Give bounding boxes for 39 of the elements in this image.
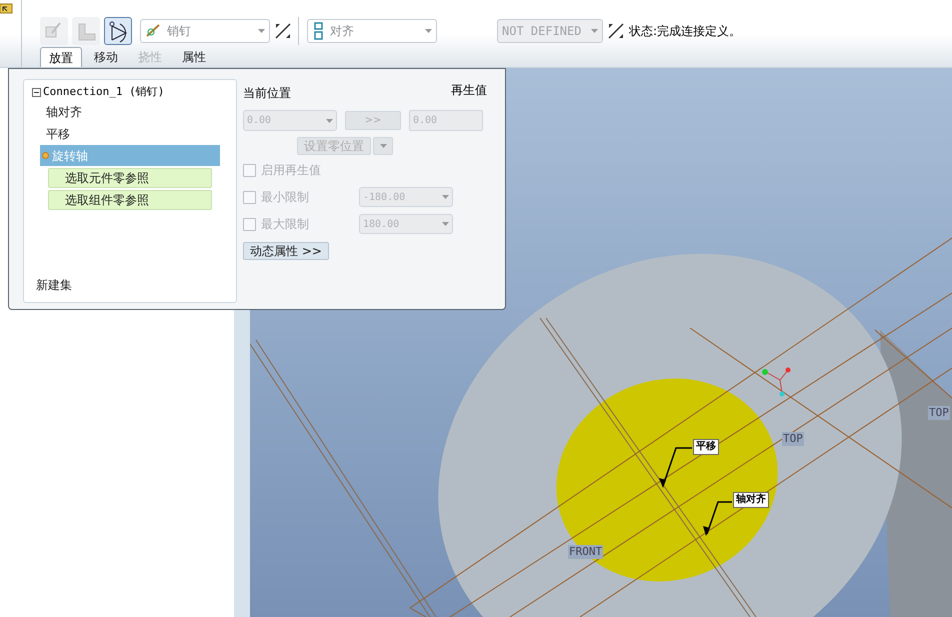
option-label: 启用再生值 xyxy=(261,162,322,179)
reference-collector[interactable]: 选取元件零参照 xyxy=(48,168,212,188)
dynamic-properties-button[interactable]: 动态属性 >> xyxy=(243,242,329,260)
collapse-icon[interactable] xyxy=(32,88,41,96)
new-set-link[interactable]: 新建集 xyxy=(24,276,236,294)
checkbox[interactable] xyxy=(243,218,256,230)
flip-icon[interactable] xyxy=(607,22,625,40)
status-text: 状态:完成连接定义。 xyxy=(629,22,742,40)
datum-plane-label: TOP xyxy=(782,432,804,446)
dropdown-button[interactable] xyxy=(373,137,393,155)
option-label: 最小限制 xyxy=(261,189,310,206)
caret-icon xyxy=(380,144,386,148)
flip-icon[interactable] xyxy=(274,22,292,40)
caret-icon xyxy=(591,28,598,32)
leader-line xyxy=(703,501,732,536)
callout-label: 平移 xyxy=(693,439,719,455)
tree-item[interactable]: 轴对齐 xyxy=(24,101,236,122)
datum-plane-label: TOP xyxy=(928,406,950,420)
regen-value-label: 再生值 xyxy=(451,82,487,99)
caret-icon xyxy=(258,28,265,32)
caret-icon xyxy=(442,222,449,226)
tab[interactable]: 属性 xyxy=(174,47,214,67)
caret-icon xyxy=(326,118,333,122)
caret-icon xyxy=(425,28,432,32)
tab[interactable]: 放置 xyxy=(40,47,82,67)
checkbox[interactable] xyxy=(243,164,256,176)
align-icon xyxy=(312,22,326,40)
tab[interactable]: 移动 xyxy=(86,47,126,67)
callout-label: 轴对齐 xyxy=(733,492,769,508)
tree-item[interactable]: 平移 xyxy=(24,123,236,144)
leader-line xyxy=(659,447,692,488)
caret-icon xyxy=(442,195,449,199)
tool-button[interactable] xyxy=(104,16,132,44)
checkbox[interactable] xyxy=(243,190,256,204)
reference-collector[interactable]: 选取组件零参照 xyxy=(48,190,212,210)
tree-item[interactable]: Connection_1 (销钉) xyxy=(43,84,164,100)
datum-plane-label: FRONT xyxy=(568,545,604,559)
option-label: 最大限制 xyxy=(261,216,310,233)
coordinate-axes-icon xyxy=(762,368,790,396)
